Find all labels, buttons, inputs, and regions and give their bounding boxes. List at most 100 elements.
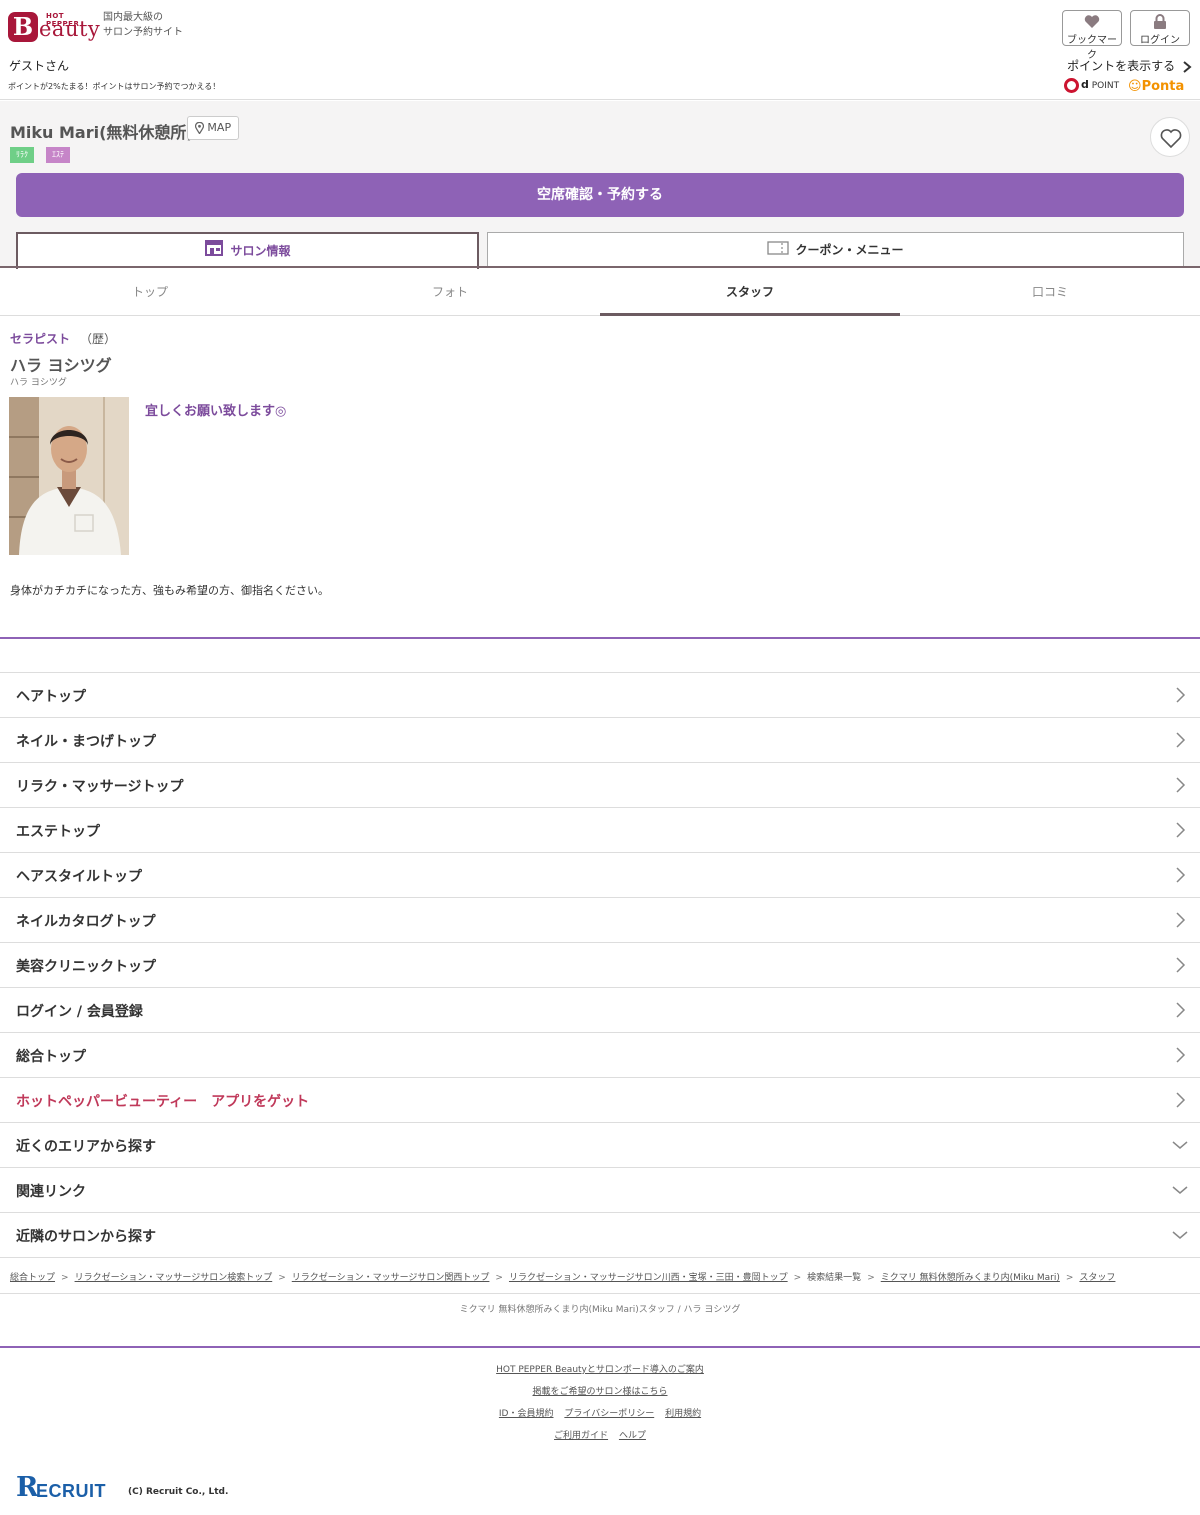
nav-item[interactable]: 近くのエリアから探す <box>0 1123 1200 1168</box>
footer-link-listing[interactable]: 掲載をご希望のサロン様はこちら <box>532 1387 667 1397</box>
subtab-staff[interactable]: スタッフ <box>600 268 900 316</box>
nav-item-label: ホットペッパービューティー アプリをゲット <box>16 1094 310 1110</box>
breadcrumb-item[interactable]: ミクマリ 無料休憩所みくまり内(Miku Mari) <box>881 1273 1060 1283</box>
nav-item[interactable]: 美容クリニックトップ <box>0 943 1200 988</box>
reserve-button[interactable]: 空席確認・予約する <box>16 173 1184 217</box>
chevron-right-icon <box>1176 732 1186 748</box>
genre-tag-relax: ﾘﾗｸ <box>10 147 34 163</box>
nav-item-label: ログイン / 会員登録 <box>16 1004 143 1020</box>
nav-item-label: 美容クリニックトップ <box>16 959 156 975</box>
footer-link-guide[interactable]: ご利用ガイド <box>554 1431 608 1441</box>
footer-links-row-1: HOT PEPPER Beautyとサロンボード導入のご案内 <box>0 1362 1200 1375</box>
map-label: MAP <box>207 121 232 134</box>
chevron-right-icon <box>1176 957 1186 973</box>
chevron-right-icon <box>1176 867 1186 883</box>
staff-name-kana: ハラ ヨシツグ <box>10 378 67 388</box>
login-label: ログイン <box>1140 35 1180 46</box>
genre-tag-este: ｴｽﾃ <box>46 147 70 163</box>
nav-item[interactable]: リラク・マッサージトップ <box>0 763 1200 808</box>
chevron-down-icon <box>1172 1231 1188 1239</box>
nav-item-label: 総合トップ <box>16 1049 86 1065</box>
heart-outline-icon <box>1160 129 1182 149</box>
tab-coupon-menu-label: クーポン・メニュー <box>795 243 904 257</box>
nav-item[interactable]: ネイルカタログトップ <box>0 898 1200 943</box>
footer-link-salonboard[interactable]: HOT PEPPER Beautyとサロンボード導入のご案内 <box>496 1365 704 1375</box>
breadcrumb-item[interactable]: スタッフ <box>1079 1273 1115 1283</box>
nav-item-label: ネイル・まつげトップ <box>16 734 156 750</box>
ponta-label: Ponta <box>1141 79 1185 94</box>
nav-item-label: 近隣のサロンから探す <box>16 1229 156 1245</box>
breadcrumb-item[interactable]: 総合トップ <box>10 1273 55 1283</box>
staff-description: 身体がカチカチになった方、強もみ希望の方、御指名ください。 <box>10 584 329 597</box>
site-header: B HOT PEPPER eauty 国内最大級の サロン予約サイト ブックマー… <box>0 0 1200 100</box>
nav-item[interactable]: 総合トップ <box>0 1033 1200 1078</box>
footer-link-privacy[interactable]: プライバシーポリシー <box>564 1409 654 1419</box>
footer-link-id-terms[interactable]: ID・会員規約 <box>499 1409 554 1419</box>
nav-item[interactable]: エステトップ <box>0 808 1200 853</box>
nav-item[interactable]: ヘアトップ <box>0 673 1200 718</box>
section-divider <box>0 637 1200 639</box>
nav-item[interactable]: ネイル・まつげトップ <box>0 718 1200 763</box>
subtab-reviews[interactable]: 口コミ <box>900 268 1200 316</box>
nav-item-label: ネイルカタログトップ <box>16 914 156 930</box>
chevron-right-icon <box>1183 60 1192 73</box>
footer-link-help[interactable]: ヘルプ <box>619 1431 646 1441</box>
staff-role: セラピスト <box>10 332 71 346</box>
nav-item[interactable]: 関連リンク <box>0 1168 1200 1213</box>
breadcrumb-item[interactable]: リラクゼーション・マッサージサロン検索トップ <box>75 1273 273 1283</box>
staff-career: （歴） <box>80 332 117 346</box>
salon-summary: Miku Mari(無料休憩所) MAP ﾘﾗｸ ｴｽﾃ 空席確認・予約する サ… <box>0 101 1200 269</box>
footer-links-row-2: 掲載をご希望のサロン様はこちら <box>0 1384 1200 1397</box>
footer-link-terms[interactable]: 利用規約 <box>665 1409 701 1419</box>
chevron-right-icon <box>1176 1002 1186 1018</box>
page-caption: ミクマリ 無料休憩所みくまり内(Miku Mari)スタッフ / ハラ ヨシツグ <box>459 1305 741 1315</box>
hotpepper-beauty-logo[interactable]: B HOT PEPPER eauty <box>8 12 100 44</box>
dpoint-mark-icon <box>1064 78 1079 93</box>
nav-item-label: 関連リンク <box>16 1184 86 1200</box>
map-pin-icon <box>194 121 205 135</box>
recruit-logo: R ECRUIT <box>16 1472 126 1503</box>
show-points-link[interactable]: ポイントを表示する <box>1067 57 1192 74</box>
chevron-right-icon <box>1176 1047 1186 1063</box>
nav-item[interactable]: ログイン / 会員登録 <box>0 988 1200 1033</box>
subtab-photo[interactable]: フォト <box>300 268 600 316</box>
heart-icon <box>1063 14 1121 31</box>
copyright: (C) Recruit Co., Ltd. <box>128 1487 229 1497</box>
nav-item-label: ヘアスタイルトップ <box>16 869 142 885</box>
tab-salon-info[interactable]: サロン情報 <box>16 232 479 269</box>
bookmark-button[interactable]: ブックマーク <box>1062 10 1122 61</box>
breadcrumb-item[interactable]: リラクゼーション・マッサージサロン川西・宝塚・三田・豊岡トップ <box>509 1273 788 1283</box>
chevron-down-icon <box>1172 1186 1188 1194</box>
coupon-icon <box>767 234 790 268</box>
dpoint-label: POINT <box>1091 81 1120 91</box>
logo-beauty-text: eauty <box>39 17 101 41</box>
nav-item[interactable]: 近隣のサロンから探す <box>0 1213 1200 1258</box>
site-nav-list: ヘアトップネイル・まつげトップリラク・マッサージトップエステトップヘアスタイルト… <box>0 672 1200 1258</box>
show-points-label: ポイントを表示する <box>1067 59 1176 73</box>
breadcrumb-item[interactable]: リラクゼーション・マッサージサロン関西トップ <box>292 1273 490 1283</box>
breadcrumb-separator: > <box>278 1273 286 1283</box>
guest-name: ゲストさん <box>9 59 70 73</box>
tab-coupon-menu[interactable]: クーポン・メニュー <box>487 232 1184 268</box>
breadcrumb-separator: > <box>1065 1273 1074 1283</box>
favorite-button[interactable] <box>1150 117 1190 157</box>
tagline-line2: サロン予約サイト <box>103 27 183 38</box>
breadcrumb-separator: > <box>495 1273 503 1283</box>
nav-item-label: リラク・マッサージトップ <box>16 779 184 795</box>
login-button[interactable]: ログイン <box>1130 10 1190 46</box>
shop-icon <box>204 235 224 269</box>
nav-item[interactable]: ホットペッパービューティー アプリをゲット <box>0 1078 1200 1123</box>
subtab-top[interactable]: トップ <box>0 268 300 316</box>
tagline-line1: 国内最大級の <box>103 12 163 23</box>
site-tagline: 国内最大級の サロン予約サイト <box>103 10 213 40</box>
sub-tabs: トップ フォト スタッフ 口コミ <box>0 268 1200 316</box>
nav-item[interactable]: ヘアスタイルトップ <box>0 853 1200 898</box>
map-button[interactable]: MAP <box>187 116 239 140</box>
chevron-right-icon <box>1176 912 1186 928</box>
points-note: ポイントが2%たまる！ポイントはサロン予約でつかえる！ <box>8 82 221 91</box>
breadcrumb-item: 検索結果一覧 <box>807 1273 862 1283</box>
staff-name: ハラ ヨシツグ <box>10 356 112 375</box>
footer-links-row-4: ご利用ガイド ヘルプ <box>0 1428 1200 1441</box>
dpoint-logo: d POINT <box>1064 78 1119 93</box>
footer-divider <box>0 1346 1200 1348</box>
